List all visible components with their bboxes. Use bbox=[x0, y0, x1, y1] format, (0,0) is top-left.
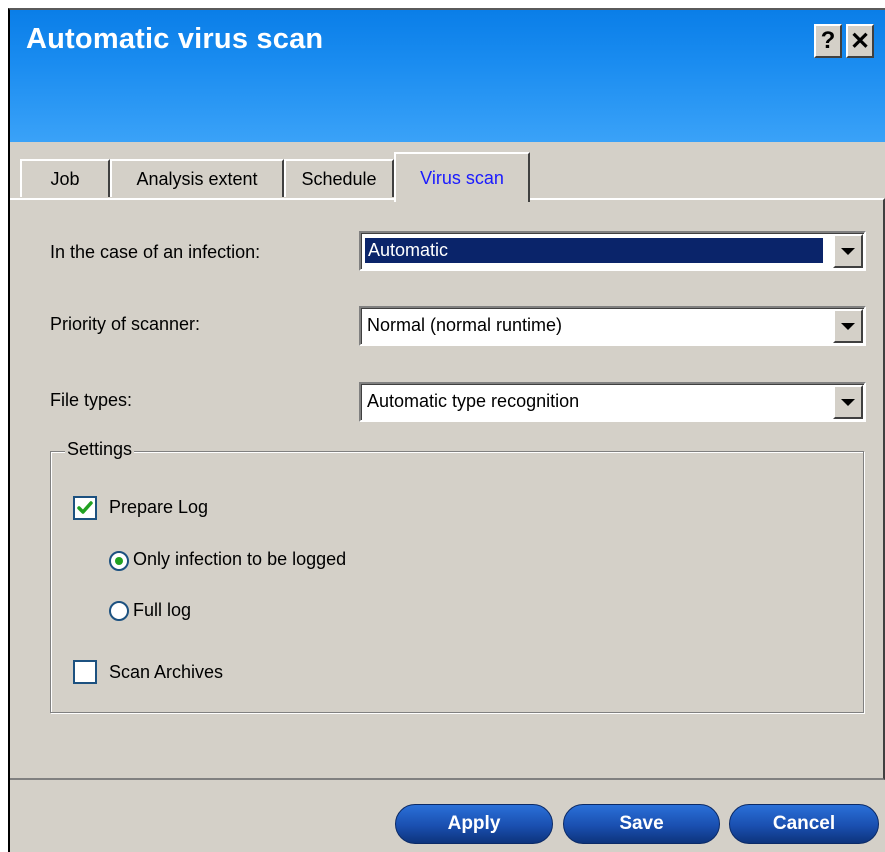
dialog-title: Automatic virus scan bbox=[26, 23, 324, 55]
tab-label: Analysis extent bbox=[136, 168, 258, 189]
settings-group: Settings Prepare Log Only infection to b… bbox=[50, 439, 864, 713]
help-button[interactable]: ? bbox=[814, 24, 842, 58]
chevron-down-icon bbox=[841, 322, 855, 330]
tab-job[interactable]: Job bbox=[20, 159, 110, 197]
apply-button[interactable]: Apply bbox=[395, 804, 553, 844]
cancel-button[interactable]: Cancel bbox=[729, 804, 879, 844]
close-button[interactable]: ✕ bbox=[846, 24, 874, 58]
dropdown-button[interactable] bbox=[833, 234, 863, 268]
tab-bar: Job Analysis extent Schedule Virus scan bbox=[10, 142, 885, 202]
dropdown-button[interactable] bbox=[833, 385, 863, 419]
help-icon: ? bbox=[820, 27, 836, 54]
tab-label: Virus scan bbox=[420, 167, 504, 188]
priority-value: Normal (normal runtime) bbox=[367, 315, 563, 335]
full-log-radio[interactable] bbox=[109, 601, 129, 621]
prepare-log-checkbox[interactable] bbox=[73, 496, 97, 520]
tab-label: Schedule bbox=[301, 168, 377, 189]
only-infection-radio[interactable] bbox=[109, 551, 129, 571]
priority-label: Priority of scanner: bbox=[50, 314, 201, 334]
radio-selected-dot bbox=[115, 557, 123, 565]
scan-archives-label: Scan Archives bbox=[109, 662, 224, 682]
infection-action-value: Automatic bbox=[365, 238, 823, 263]
infection-action-select[interactable]: Automatic bbox=[359, 231, 866, 271]
prepare-log-label: Prepare Log bbox=[109, 497, 209, 517]
virus-scan-panel: In the case of an infection: Automatic P… bbox=[10, 198, 885, 780]
file-types-value: Automatic type recognition bbox=[367, 391, 580, 411]
full-log-label: Full log bbox=[133, 600, 192, 620]
close-icon: ✕ bbox=[849, 27, 871, 55]
tab-analysis-extent[interactable]: Analysis extent bbox=[110, 159, 284, 197]
priority-select[interactable]: Normal (normal runtime) bbox=[359, 306, 866, 346]
chevron-down-icon bbox=[841, 398, 855, 406]
tab-virus-scan[interactable]: Virus scan bbox=[394, 152, 530, 202]
file-types-select[interactable]: Automatic type recognition bbox=[359, 382, 866, 422]
dialog-window: Automatic virus scan ? ✕ Job Analysis ex… bbox=[8, 8, 885, 852]
chevron-down-icon bbox=[841, 247, 855, 255]
dialog-header: Automatic virus scan ? ✕ bbox=[10, 10, 885, 142]
settings-group-title: Settings bbox=[65, 439, 135, 460]
dialog-footer: Apply Save Cancel bbox=[10, 780, 885, 852]
infection-label: In the case of an infection: bbox=[50, 242, 261, 262]
scan-archives-checkbox[interactable] bbox=[73, 660, 97, 684]
checkmark-icon bbox=[77, 501, 93, 514]
tab-schedule[interactable]: Schedule bbox=[284, 159, 394, 197]
only-infection-label: Only infection to be logged bbox=[133, 549, 347, 569]
file-types-label: File types: bbox=[50, 390, 133, 410]
save-button[interactable]: Save bbox=[563, 804, 720, 844]
dropdown-button[interactable] bbox=[833, 309, 863, 343]
tab-label: Job bbox=[50, 168, 80, 189]
